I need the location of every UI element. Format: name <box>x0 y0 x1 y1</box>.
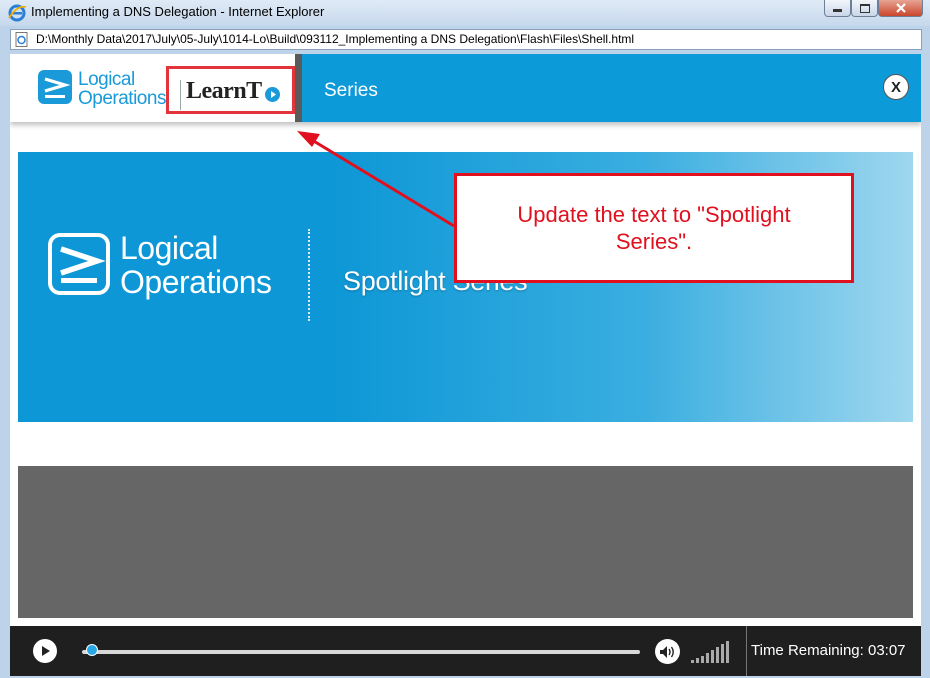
address-bar[interactable]: D:\Monthly Data\2017\July\05-July\1014-L… <box>10 29 922 50</box>
speaker-icon <box>660 645 674 658</box>
ie-browser-icon <box>8 4 27 22</box>
page-icon <box>15 32 28 47</box>
address-text: D:\Monthly Data\2017\July\05-July\1014-L… <box>36 32 635 46</box>
course-player: Logical Operations LearnT Series X Logic… <box>10 54 921 676</box>
play-button[interactable] <box>33 639 57 663</box>
close-icon <box>895 3 906 13</box>
window-titlebar: Implementing a DNS Delegation - Internet… <box>0 0 930 26</box>
controls-divider <box>746 626 747 676</box>
window-close-button[interactable] <box>878 0 923 17</box>
play-icon <box>42 646 50 656</box>
volume-level-icon[interactable] <box>690 638 735 664</box>
window-title: Implementing a DNS Delegation - Internet… <box>31 4 325 19</box>
mute-button[interactable] <box>655 639 680 664</box>
maximize-icon <box>859 3 870 13</box>
seek-handle[interactable] <box>85 644 98 656</box>
player-controls: Time Remaining: 03:07 <box>10 626 921 676</box>
maximize-button[interactable] <box>851 0 878 17</box>
minimize-icon <box>833 9 842 12</box>
seek-bar[interactable] <box>82 650 640 654</box>
time-remaining: Time Remaining: 03:07 <box>751 642 906 659</box>
video-area <box>18 466 913 618</box>
minimize-button[interactable] <box>824 0 851 17</box>
